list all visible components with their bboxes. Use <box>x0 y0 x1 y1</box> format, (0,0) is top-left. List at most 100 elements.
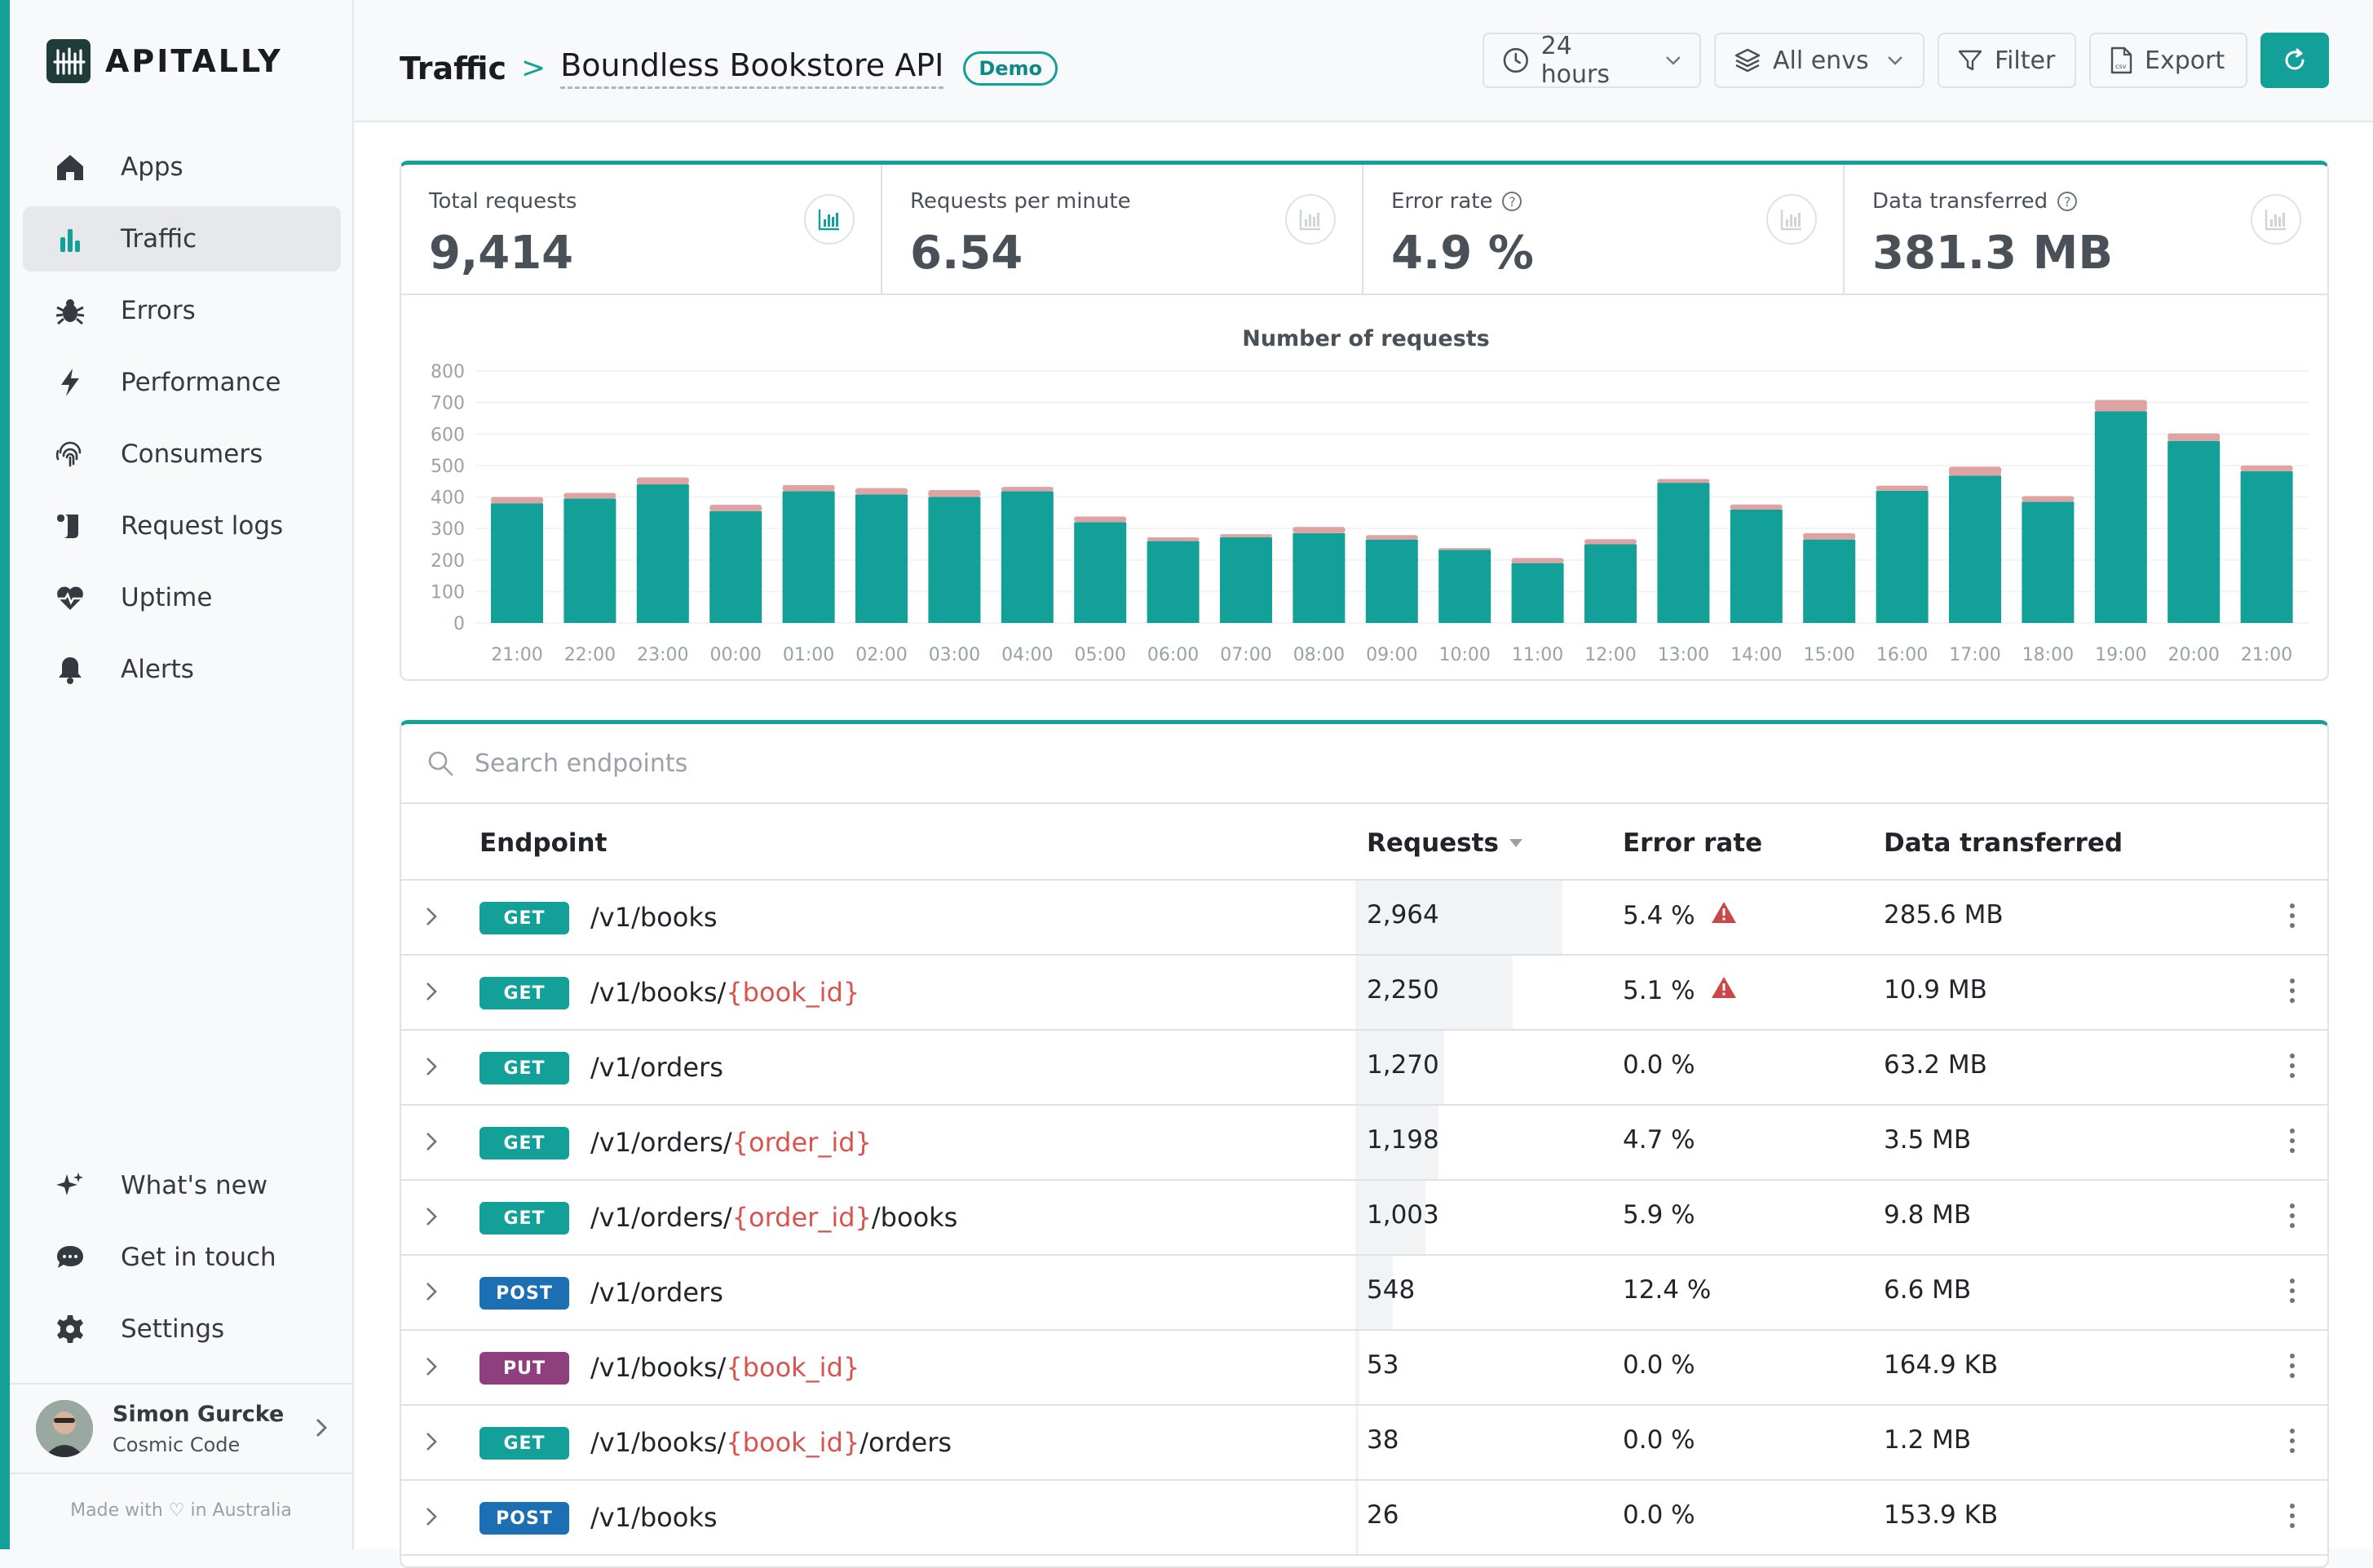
bar-error[interactable] <box>1657 479 1710 484</box>
bar-success[interactable] <box>1511 563 1564 623</box>
bar-error[interactable] <box>1365 535 1418 540</box>
bar-error[interactable] <box>1803 532 1856 540</box>
bar-success[interactable] <box>2240 470 2293 623</box>
bar-success[interactable] <box>563 498 616 623</box>
sidebar-item-uptime[interactable]: Uptime <box>23 565 341 630</box>
bar-success[interactable] <box>855 494 908 623</box>
help-icon[interactable]: ? <box>2057 192 2078 211</box>
expand-chevron-icon[interactable] <box>424 980 439 1006</box>
warning-icon[interactable] <box>1710 975 1738 1006</box>
row-menu-icon[interactable] <box>2290 1204 2298 1233</box>
table-row[interactable]: GET/v1/books/{book_id}/orders 38 0.0 % 1.2 … <box>401 1406 2327 1481</box>
sidebar-item-consumers[interactable]: Consumers <box>23 422 341 487</box>
row-menu-icon[interactable] <box>2290 903 2298 933</box>
bar-error[interactable] <box>1074 516 1127 523</box>
bar-success[interactable] <box>2168 440 2221 623</box>
expand-chevron-icon[interactable] <box>424 1430 439 1456</box>
expand-chevron-icon[interactable] <box>424 1355 439 1381</box>
bar-success[interactable] <box>636 484 689 623</box>
expand-chevron-icon[interactable] <box>424 1280 439 1306</box>
row-menu-icon[interactable] <box>2290 1129 2298 1158</box>
table-row[interactable]: GET/v1/orders 1,270 0.0 % 63.2 MB <box>401 1031 2327 1106</box>
col-data-transferred[interactable]: Data transferred <box>1884 828 2123 858</box>
logo[interactable]: APITALLY <box>46 39 283 83</box>
sidebar-item-settings[interactable]: Settings <box>23 1296 341 1362</box>
bar-error[interactable] <box>1584 539 1637 545</box>
bar-success[interactable] <box>1365 539 1418 623</box>
stat-tile[interactable]: Error rate? 4.9 % <box>1363 165 1845 295</box>
filter-button[interactable]: Filter <box>1938 33 2076 88</box>
row-menu-icon[interactable] <box>2290 1504 2298 1533</box>
sidebar-item-alerts[interactable]: Alerts <box>23 637 341 702</box>
col-error-rate[interactable]: Error rate <box>1623 828 1762 858</box>
chart-toggle-icon[interactable] <box>1285 194 1336 245</box>
table-row[interactable]: POST/v1/orders 548 12.4 % 6.6 MB <box>401 1256 2327 1331</box>
bar-error[interactable] <box>1293 527 1346 533</box>
bar-error[interactable] <box>2022 496 2075 502</box>
bar-success[interactable] <box>1803 539 1856 623</box>
period-select[interactable]: 24 hours <box>1483 32 1701 89</box>
sidebar-item-request-logs[interactable]: Request logs <box>23 493 341 559</box>
sidebar-item-errors[interactable]: Errors <box>23 278 341 343</box>
stat-tile[interactable]: Total requests 9,414 <box>401 165 882 295</box>
bar-success[interactable] <box>2094 411 2147 623</box>
table-row[interactable]: GET/v1/books 2,964 5.4 % 285.6 MB <box>401 881 2327 956</box>
bar-success[interactable] <box>1584 544 1637 623</box>
sidebar-item-get-in-touch[interactable]: Get in touch <box>23 1225 341 1290</box>
bar-error[interactable] <box>1511 558 1564 563</box>
help-icon[interactable]: ? <box>1502 192 1522 211</box>
row-menu-icon[interactable] <box>2290 1053 2298 1083</box>
expand-chevron-icon[interactable] <box>424 1130 439 1156</box>
bar-error[interactable] <box>1147 537 1200 541</box>
bar-error[interactable] <box>1220 534 1272 537</box>
search-input[interactable] <box>475 749 1453 778</box>
bar-error[interactable] <box>928 490 981 497</box>
sidebar-item-traffic[interactable]: Traffic <box>23 206 341 272</box>
col-requests[interactable]: Requests <box>1367 828 1523 858</box>
bar-error[interactable] <box>636 477 689 485</box>
bar-error[interactable] <box>1001 487 1054 492</box>
bar-success[interactable] <box>1657 483 1710 623</box>
bar-success[interactable] <box>1147 541 1200 623</box>
bar-success[interactable] <box>782 491 835 623</box>
row-menu-icon[interactable] <box>2290 1279 2298 1308</box>
bar-success[interactable] <box>1949 475 2001 623</box>
bar-success[interactable] <box>1438 550 1491 623</box>
bar-error[interactable] <box>1730 504 1783 510</box>
bar-success[interactable] <box>2022 501 2075 623</box>
bar-error[interactable] <box>1438 548 1491 550</box>
expand-chevron-icon[interactable] <box>424 1505 439 1531</box>
row-menu-icon[interactable] <box>2290 1354 2298 1383</box>
env-select[interactable]: All envs <box>1714 33 1924 88</box>
bar-success[interactable] <box>1220 537 1272 623</box>
sidebar-item-what-s-new[interactable]: What's new <box>23 1153 341 1218</box>
bar-success[interactable] <box>709 510 762 623</box>
export-button[interactable]: csv Export <box>2089 33 2247 88</box>
bar-error[interactable] <box>782 484 835 492</box>
row-menu-icon[interactable] <box>2290 978 2298 1008</box>
warning-icon[interactable] <box>1710 900 1738 931</box>
table-row[interactable]: PUT/v1/books/{book_id} 53 0.0 % 164.9 KB <box>401 1331 2327 1406</box>
table-row[interactable]: GET/v1/orders/{order_id} 1,198 4.7 % 3.5 MB <box>401 1106 2327 1181</box>
app-switcher[interactable]: Boundless Bookstore API <box>560 47 944 89</box>
sidebar-item-apps[interactable]: Apps <box>23 135 341 200</box>
bar-error[interactable] <box>491 497 543 504</box>
bar-success[interactable] <box>1876 490 1929 623</box>
col-endpoint[interactable]: Endpoint <box>479 828 607 858</box>
table-row[interactable]: GET/v1/books/{book_id} 2,250 5.1 % 10.9 MB <box>401 956 2327 1031</box>
chart-toggle-icon[interactable] <box>1766 194 1817 245</box>
user-menu[interactable]: Simon Gurcke Cosmic Code <box>10 1383 352 1474</box>
bar-error[interactable] <box>2240 465 2293 471</box>
expand-chevron-icon[interactable] <box>424 1205 439 1231</box>
expand-chevron-icon[interactable] <box>424 1055 439 1081</box>
bar-success[interactable] <box>491 503 543 623</box>
row-menu-icon[interactable] <box>2290 1429 2298 1458</box>
bar-error[interactable] <box>563 492 616 499</box>
breadcrumb-section[interactable]: Traffic <box>400 51 506 86</box>
bar-error[interactable] <box>709 505 762 511</box>
bar-error[interactable] <box>1876 485 1929 491</box>
bar-success[interactable] <box>1001 491 1054 623</box>
bar-success[interactable] <box>928 497 981 624</box>
chart-toggle-icon[interactable] <box>2251 194 2301 245</box>
stat-tile[interactable]: Requests per minute 6.54 <box>882 165 1363 295</box>
